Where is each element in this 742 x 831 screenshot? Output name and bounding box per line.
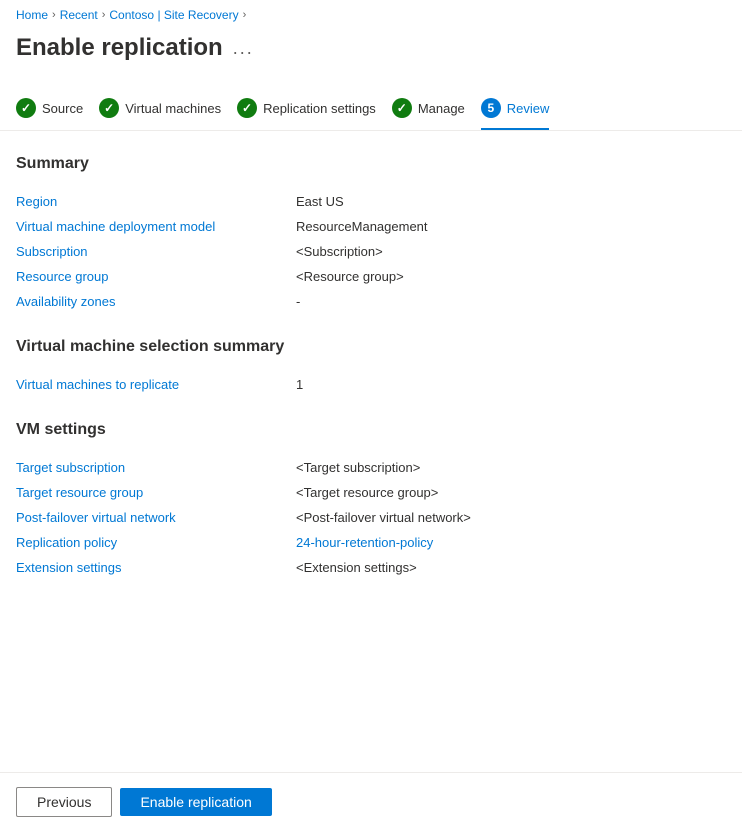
summary-row-resource-group: Resource group <Resource group> xyxy=(16,264,726,289)
step-review-icon: 5 xyxy=(481,98,501,118)
vm-settings-row-target-rg: Target resource group <Target resource g… xyxy=(16,480,726,505)
vm-selection-table: Virtual machines to replicate 1 xyxy=(16,372,726,397)
vm-settings-row-policy: Replication policy 24-hour-retention-pol… xyxy=(16,530,726,555)
summary-table: Region East US Virtual machine deploymen… xyxy=(16,189,726,314)
step-review[interactable]: 5 Review xyxy=(481,90,566,130)
step-review-label: Review xyxy=(507,101,550,116)
step-vm-icon: ✓ xyxy=(99,98,119,118)
vm-settings-value-extension: <Extension settings> xyxy=(296,560,417,575)
vm-settings-value-policy[interactable]: 24-hour-retention-policy xyxy=(296,535,433,550)
vm-settings-label-target-sub[interactable]: Target subscription xyxy=(16,460,296,475)
step-vm-label: Virtual machines xyxy=(125,101,221,116)
step-manage-icon: ✓ xyxy=(392,98,412,118)
summary-row-az: Availability zones - xyxy=(16,289,726,314)
vm-settings-table: Target subscription <Target subscription… xyxy=(16,455,726,580)
vm-settings-label-vnet[interactable]: Post-failover virtual network xyxy=(16,510,296,525)
summary-title: Summary xyxy=(16,155,726,173)
summary-row-deployment: Virtual machine deployment model Resourc… xyxy=(16,214,726,239)
summary-label-az[interactable]: Availability zones xyxy=(16,294,296,309)
step-manage[interactable]: ✓ Manage xyxy=(392,90,481,130)
vm-selection-title: Virtual machine selection summary xyxy=(16,338,726,356)
step-virtual-machines[interactable]: ✓ Virtual machines xyxy=(99,90,237,130)
page-menu-button[interactable]: ... xyxy=(233,38,254,59)
page-title: Enable replication xyxy=(16,34,223,62)
summary-value-subscription: <Subscription> xyxy=(296,244,383,259)
step-manage-label: Manage xyxy=(418,101,465,116)
page-title-row: Enable replication ... xyxy=(0,30,742,78)
step-source[interactable]: ✓ Source xyxy=(16,90,99,130)
vm-selection-value: 1 xyxy=(296,377,303,392)
summary-value-region: East US xyxy=(296,194,344,209)
footer: Previous Enable replication xyxy=(0,772,742,831)
breadcrumb-contoso[interactable]: Contoso | Site Recovery xyxy=(109,8,238,22)
vm-selection-section: Virtual machine selection summary Virtua… xyxy=(16,338,726,397)
breadcrumb-sep-1: › xyxy=(52,9,56,21)
vm-settings-row-extension: Extension settings <Extension settings> xyxy=(16,555,726,580)
summary-label-resource-group[interactable]: Resource group xyxy=(16,269,296,284)
breadcrumb-sep-3: › xyxy=(243,9,247,21)
vm-settings-row-vnet: Post-failover virtual network <Post-fail… xyxy=(16,505,726,530)
breadcrumb-sep-2: › xyxy=(102,9,106,21)
summary-row-region: Region East US xyxy=(16,189,726,214)
previous-button[interactable]: Previous xyxy=(16,787,112,817)
vm-settings-label-extension[interactable]: Extension settings xyxy=(16,560,296,575)
vm-settings-title: VM settings xyxy=(16,421,726,439)
vm-selection-label[interactable]: Virtual machines to replicate xyxy=(16,377,296,392)
vm-settings-value-target-rg: <Target resource group> xyxy=(296,485,438,500)
summary-label-deployment[interactable]: Virtual machine deployment model xyxy=(16,219,296,234)
summary-value-deployment: ResourceManagement xyxy=(296,219,428,234)
vm-settings-section: VM settings Target subscription <Target … xyxy=(16,421,726,580)
breadcrumb-recent[interactable]: Recent xyxy=(60,8,98,22)
vm-settings-value-target-sub: <Target subscription> xyxy=(296,460,420,475)
vm-selection-row: Virtual machines to replicate 1 xyxy=(16,372,726,397)
summary-row-subscription: Subscription <Subscription> xyxy=(16,239,726,264)
summary-value-resource-group: <Resource group> xyxy=(296,269,404,284)
vm-settings-label-policy[interactable]: Replication policy xyxy=(16,535,296,550)
enable-replication-button[interactable]: Enable replication xyxy=(120,788,271,816)
summary-label-region[interactable]: Region xyxy=(16,194,296,209)
step-replication-settings[interactable]: ✓ Replication settings xyxy=(237,90,392,130)
summary-value-az: - xyxy=(296,294,300,309)
step-source-label: Source xyxy=(42,101,83,116)
summary-label-subscription[interactable]: Subscription xyxy=(16,244,296,259)
step-rep-label: Replication settings xyxy=(263,101,376,116)
breadcrumb-home[interactable]: Home xyxy=(16,8,48,22)
main-content: Summary Region East US Virtual machine d… xyxy=(0,131,742,628)
vm-settings-value-vnet: <Post-failover virtual network> xyxy=(296,510,471,525)
breadcrumb: Home › Recent › Contoso | Site Recovery … xyxy=(0,0,742,30)
step-rep-icon: ✓ xyxy=(237,98,257,118)
vm-settings-label-target-rg[interactable]: Target resource group xyxy=(16,485,296,500)
wizard-steps: ✓ Source ✓ Virtual machines ✓ Replicatio… xyxy=(0,78,742,131)
vm-settings-row-target-sub: Target subscription <Target subscription… xyxy=(16,455,726,480)
step-source-icon: ✓ xyxy=(16,98,36,118)
summary-section: Summary Region East US Virtual machine d… xyxy=(16,155,726,314)
